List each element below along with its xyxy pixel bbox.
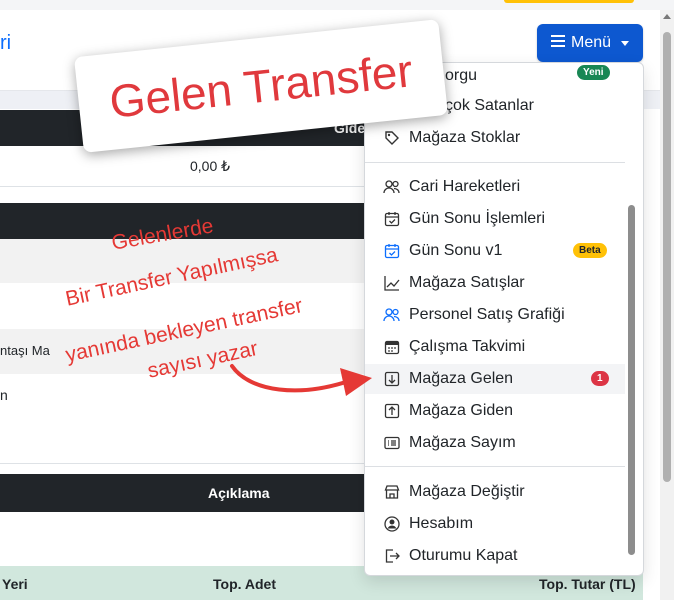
- table-row: [0, 419, 380, 464]
- calendar-check-blue-icon: [383, 242, 401, 260]
- menu-item-magaza-degistir[interactable]: Mağaza Değiştir: [365, 477, 625, 507]
- hamburger-icon: [550, 34, 565, 52]
- menu-item-label: Mağaza Gelen: [409, 370, 514, 387]
- menu-item-label: Mağaza Giden: [409, 402, 514, 419]
- menu-item-label: Mağaza Stoklar: [409, 129, 521, 146]
- menu-item-gun-sonu-v1[interactable]: Gün Sonu v1 Beta: [365, 236, 625, 266]
- arrow-down-square-icon: [383, 370, 401, 388]
- pending-transfer-badge: 1: [591, 371, 609, 386]
- totals-adet: Top. Adet: [213, 576, 276, 592]
- shop-icon: [383, 483, 401, 501]
- page-title: ri: [0, 32, 12, 54]
- menu-item-label: Gün Sonu v1: [409, 242, 503, 259]
- person-circle-icon: [383, 515, 401, 533]
- menu-item-calisma-takvimi[interactable]: Çalışma Takvimi: [365, 332, 625, 362]
- chart-line-icon: [383, 274, 401, 292]
- menu-item-label: Oturumu Kapat: [409, 547, 518, 564]
- menu-item-magaza-stoklar[interactable]: Mağaza Stoklar: [365, 123, 625, 153]
- menu-item-gun-sonu-islemleri[interactable]: Gün Sonu İşlemleri: [365, 204, 625, 234]
- list-card-icon: [383, 434, 401, 452]
- caret-down-icon: [621, 40, 630, 46]
- menu-button[interactable]: Menü: [537, 24, 643, 62]
- menu-divider: [365, 466, 625, 467]
- menu-item-magaza-satislar[interactable]: Mağaza Satışlar: [365, 268, 625, 298]
- calendar-check-icon: [383, 210, 401, 228]
- table-header-3: Açıklama: [0, 474, 380, 512]
- column-label: ntaşı Ma: [0, 343, 50, 358]
- calendar-icon: [383, 338, 401, 356]
- menu-item-magaza-gelen[interactable]: Mağaza Gelen 1: [365, 364, 625, 394]
- beta-badge: Beta: [573, 243, 607, 258]
- table-row: 0,00 ₺: [0, 146, 380, 187]
- menu-item-label: Çalışma Takvimi: [409, 338, 526, 355]
- menu-divider: [365, 162, 625, 163]
- people-blue-icon: [383, 306, 401, 324]
- logout-icon: [383, 547, 401, 565]
- tag-icon: [383, 129, 401, 147]
- table-cell: n: [0, 387, 8, 403]
- table-row: n: [0, 374, 380, 420]
- menu-item-label: Mağaza Sayım: [409, 434, 516, 451]
- new-badge: Yeni: [577, 65, 610, 80]
- menu-item-label: Personel Satış Grafiği: [409, 306, 565, 323]
- menu-item-label: Mağaza Değiştir: [409, 483, 525, 500]
- menu-item-label: Gün Sonu İşlemleri: [409, 210, 546, 227]
- menu-item-magaza-giden[interactable]: Mağaza Giden: [365, 396, 625, 426]
- totals-tutar: Top. Tutar (TL): [539, 576, 636, 592]
- arrow-up-square-icon: [383, 402, 401, 420]
- menu-item-cari-hareketleri[interactable]: Cari Hareketleri: [365, 172, 625, 202]
- menu-item-hesabim[interactable]: Hesabım: [365, 509, 625, 539]
- table-cell-amount: 0,00 ₺: [190, 158, 231, 174]
- dropdown-scrollbar[interactable]: [628, 205, 635, 555]
- menu-item-label: Hesabım: [409, 515, 474, 532]
- menu-item-label: orgu: [445, 67, 478, 84]
- scroll-thumb[interactable]: [663, 32, 671, 482]
- menu-item-oturumu-kapat[interactable]: Oturumu Kapat: [365, 541, 625, 571]
- people-icon: [383, 178, 401, 196]
- menu-item-label: çok Satanlar: [445, 97, 534, 114]
- top-accent: [504, 0, 634, 3]
- menu-item-magaza-sayim[interactable]: Mağaza Sayım: [365, 428, 625, 458]
- scroll-up-icon[interactable]: [663, 14, 671, 19]
- page-scrollbar[interactable]: [660, 10, 674, 600]
- dropdown-menu: orgu Yeni çok Satanlar Mağaza Stoklar Ca…: [364, 62, 644, 576]
- annotation-title: Gelen Transfer: [106, 44, 416, 128]
- top-strip: [0, 0, 674, 10]
- aciklama-header: Açıklama: [208, 485, 270, 501]
- menu-button-label: Menü: [570, 34, 612, 51]
- menu-item-label: Cari Hareketleri: [409, 178, 521, 195]
- totals-yeri: Yeri: [2, 576, 28, 592]
- menu-item-personel-satis-grafigi[interactable]: Personel Satış Grafiği: [365, 300, 625, 330]
- menu-item-label: Mağaza Satışlar: [409, 274, 525, 291]
